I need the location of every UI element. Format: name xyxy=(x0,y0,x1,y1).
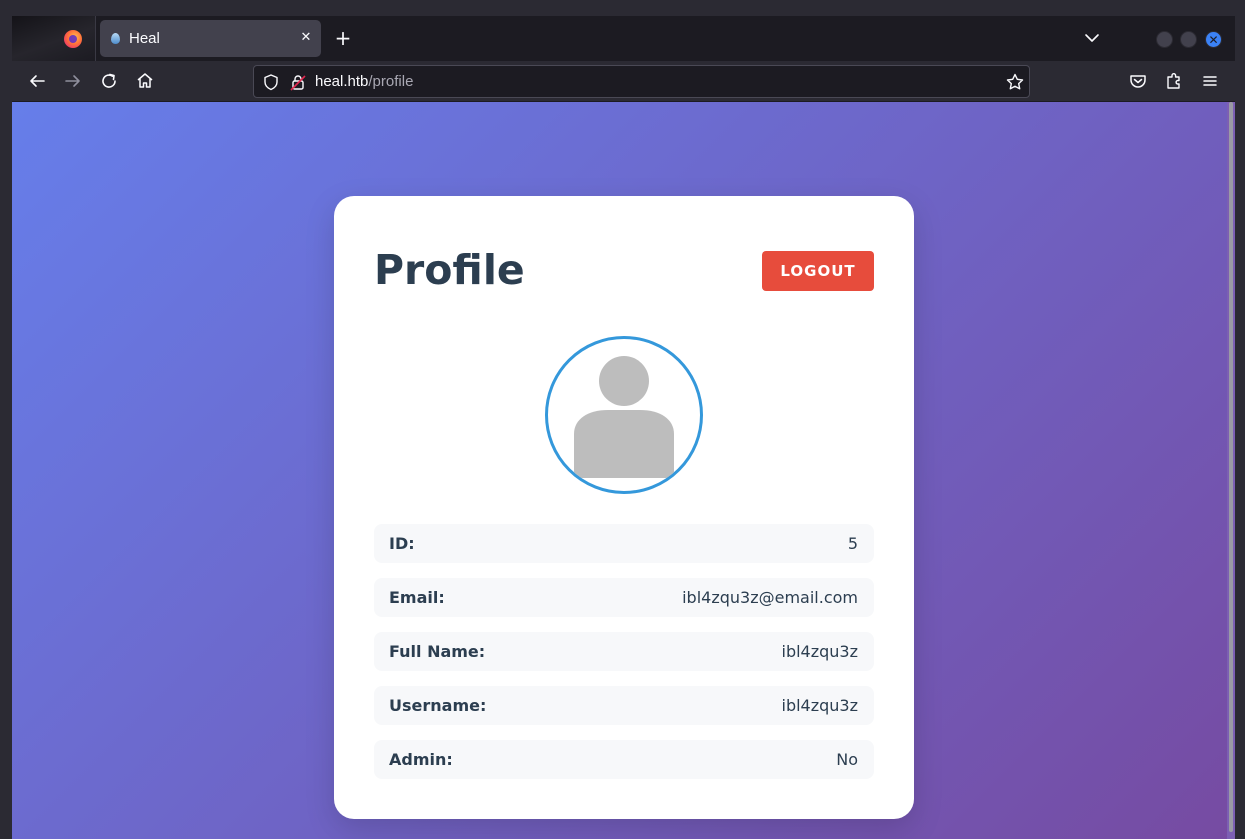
forward-icon[interactable] xyxy=(61,69,85,93)
maximize-button[interactable] xyxy=(1180,31,1197,48)
browser-tab[interactable]: Heal ✕ xyxy=(100,20,321,57)
info-label: ID: xyxy=(389,534,415,553)
info-label: Full Name: xyxy=(389,642,486,661)
plus-icon[interactable]: + xyxy=(331,27,355,51)
shield-icon[interactable] xyxy=(260,71,282,93)
tab-title: Heal xyxy=(129,30,160,47)
user-avatar-icon xyxy=(574,356,674,478)
extensions-icon[interactable] xyxy=(1162,69,1186,93)
scrollbar-thumb[interactable] xyxy=(1229,102,1233,832)
info-row-admin: Admin: No xyxy=(374,740,874,779)
home-icon[interactable] xyxy=(133,69,157,93)
url-text: heal.htb/profile xyxy=(315,73,413,90)
star-icon[interactable] xyxy=(1004,71,1026,93)
browser-window: Heal ✕ + ✕ heal.htb/profile Profile LOGO… xyxy=(12,16,1235,839)
info-label: Email: xyxy=(389,588,445,607)
firefox-view-area[interactable] xyxy=(12,16,96,61)
page-title: Profile xyxy=(374,246,525,294)
page-viewport: Profile LOGOUT ID: 5 Email: ibl4zqu3z@em… xyxy=(12,102,1227,839)
info-value: ibl4zqu3z xyxy=(781,696,859,715)
back-icon[interactable] xyxy=(25,69,49,93)
info-value: No xyxy=(836,750,858,769)
close-icon[interactable]: ✕ xyxy=(296,28,316,48)
url-path: /profile xyxy=(368,73,414,90)
info-value: ibl4zqu3z xyxy=(781,642,859,661)
info-row-email: Email: ibl4zqu3z@email.com xyxy=(374,578,874,617)
minimize-button[interactable] xyxy=(1156,31,1173,48)
tab-favicon-icon xyxy=(111,33,120,44)
firefox-logo-icon[interactable] xyxy=(64,30,82,48)
info-row-full-name: Full Name: ibl4zqu3z xyxy=(374,632,874,671)
logout-button[interactable]: LOGOUT xyxy=(762,251,874,291)
info-label: Username: xyxy=(389,696,487,715)
navigation-bar: heal.htb/profile xyxy=(12,61,1235,101)
chevron-down-icon[interactable] xyxy=(1082,28,1102,48)
info-value: 5 xyxy=(847,534,858,553)
info-row-username: Username: ibl4zqu3z xyxy=(374,686,874,725)
tab-strip: Heal ✕ + ✕ xyxy=(12,16,1235,61)
url-domain: heal.htb xyxy=(315,73,369,90)
menu-icon[interactable] xyxy=(1198,69,1222,93)
avatar xyxy=(545,336,703,494)
info-label: Admin: xyxy=(389,750,453,769)
address-bar[interactable]: heal.htb/profile xyxy=(253,65,1030,98)
profile-card: Profile LOGOUT ID: 5 Email: ibl4zqu3z@em… xyxy=(334,196,914,819)
pocket-icon[interactable] xyxy=(1126,69,1150,93)
info-value: ibl4zqu3z@email.com xyxy=(682,588,858,607)
page-scrollbar[interactable] xyxy=(1227,102,1235,839)
lock-icon[interactable] xyxy=(287,71,309,93)
info-row-id: ID: 5 xyxy=(374,524,874,563)
reload-icon[interactable] xyxy=(97,69,121,93)
close-window-button[interactable]: ✕ xyxy=(1205,31,1222,48)
